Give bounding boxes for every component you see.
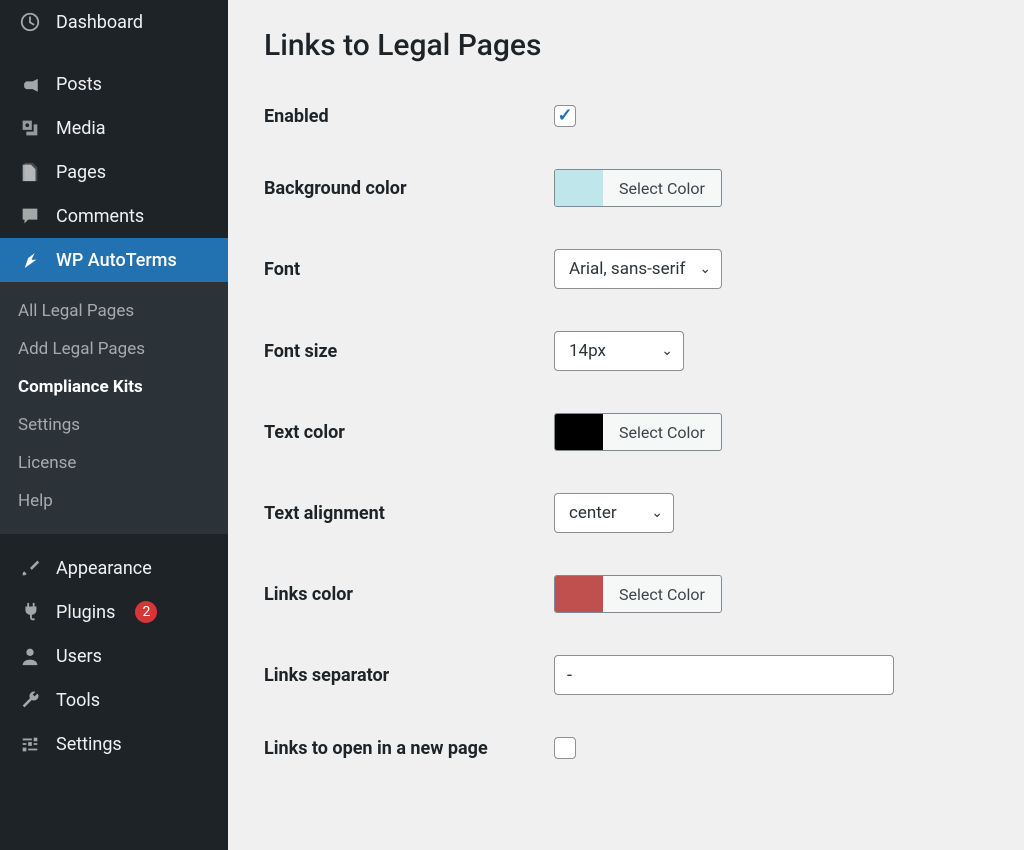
label-text-color: Text color — [264, 422, 554, 443]
label-font: Font — [264, 259, 554, 280]
row-links-separator: Links separator — [264, 655, 988, 695]
bg-color-button[interactable]: Select Color — [603, 170, 721, 206]
submenu-all-legal-pages[interactable]: All Legal Pages — [18, 292, 228, 330]
label-links-color: Links color — [264, 584, 554, 605]
chevron-down-icon: ⌄ — [651, 505, 663, 521]
sidebar-label: Pages — [56, 162, 106, 183]
submenu-add-legal-pages[interactable]: Add Legal Pages — [18, 330, 228, 368]
row-enabled: Enabled ✓ — [264, 105, 988, 127]
submenu-compliance-kits[interactable]: Compliance Kits — [18, 368, 228, 406]
sidebar-label: Comments — [56, 206, 144, 227]
main-content: Links to Legal Pages Enabled ✓ Backgroun… — [228, 0, 1024, 850]
font-select[interactable]: Arial, sans-serif ⌄ — [554, 249, 722, 289]
label-background-color: Background color — [264, 178, 554, 199]
sidebar-item-settings[interactable]: Settings — [0, 722, 228, 766]
sidebar-label: WP AutoTerms — [56, 250, 177, 271]
sidebar-item-appearance[interactable]: Appearance — [0, 546, 228, 590]
row-links-color: Links color Select Color — [264, 575, 988, 613]
label-links-new-page: Links to open in a new page — [264, 738, 554, 759]
wrench-icon — [18, 688, 42, 712]
text-color-swatch — [555, 414, 603, 450]
plugins-update-badge: 2 — [135, 601, 157, 623]
row-text-color: Text color Select Color — [264, 413, 988, 451]
sidebar-item-wp-autoterms[interactable]: WP AutoTerms — [0, 238, 228, 282]
links-color-button[interactable]: Select Color — [603, 576, 721, 612]
submenu-license[interactable]: License — [18, 444, 228, 482]
text-color-button[interactable]: Select Color — [603, 414, 721, 450]
text-align-select-value: center — [569, 503, 617, 523]
bg-color-swatch — [555, 170, 603, 206]
sidebar-item-media[interactable]: Media — [0, 106, 228, 150]
sidebar-label: Appearance — [56, 558, 152, 579]
user-icon — [18, 644, 42, 668]
row-text-alignment: Text alignment center ⌄ — [264, 493, 988, 533]
enabled-checkbox[interactable]: ✓ — [554, 105, 576, 127]
sliders-icon — [18, 732, 42, 756]
sidebar-label: Dashboard — [56, 12, 143, 33]
checkmark-icon: ✓ — [557, 107, 572, 125]
sidebar-item-plugins[interactable]: Plugins 2 — [0, 590, 228, 634]
text-align-select[interactable]: center ⌄ — [554, 493, 674, 533]
shield-icon — [18, 248, 42, 272]
label-enabled: Enabled — [264, 106, 554, 127]
dashboard-icon — [18, 10, 42, 34]
sidebar-label: Media — [56, 118, 106, 139]
sidebar-label: Plugins — [56, 602, 115, 623]
row-background-color: Background color Select Color — [264, 169, 988, 207]
submenu-settings[interactable]: Settings — [18, 406, 228, 444]
submenu-help[interactable]: Help — [18, 482, 228, 520]
sidebar-item-pages[interactable]: Pages — [0, 150, 228, 194]
chevron-down-icon: ⌄ — [661, 343, 673, 359]
sidebar-label: Settings — [56, 734, 122, 755]
text-color-picker[interactable]: Select Color — [554, 413, 722, 451]
new-page-checkbox[interactable] — [554, 737, 576, 759]
bg-color-picker[interactable]: Select Color — [554, 169, 722, 207]
font-size-select-value: 14px — [569, 341, 606, 361]
font-size-select[interactable]: 14px ⌄ — [554, 331, 684, 371]
row-links-new-page: Links to open in a new page — [264, 737, 988, 759]
sidebar-label: Posts — [56, 74, 102, 95]
chevron-down-icon: ⌄ — [699, 261, 711, 277]
sidebar-item-comments[interactable]: Comments — [0, 194, 228, 238]
label-links-separator: Links separator — [264, 665, 554, 686]
sidebar-item-users[interactable]: Users — [0, 634, 228, 678]
sidebar-item-tools[interactable]: Tools — [0, 678, 228, 722]
sidebar-submenu: All Legal Pages Add Legal Pages Complian… — [0, 282, 228, 534]
comments-icon — [18, 204, 42, 228]
font-select-value: Arial, sans-serif — [569, 259, 685, 279]
media-icon — [18, 116, 42, 140]
page-title: Links to Legal Pages — [264, 28, 988, 63]
sidebar-label: Users — [56, 646, 102, 667]
row-font: Font Arial, sans-serif ⌄ — [264, 249, 988, 289]
plug-icon — [18, 600, 42, 624]
label-text-alignment: Text alignment — [264, 503, 554, 524]
row-font-size: Font size 14px ⌄ — [264, 331, 988, 371]
pages-icon — [18, 160, 42, 184]
pin-icon — [18, 72, 42, 96]
brush-icon — [18, 556, 42, 580]
sidebar-item-posts[interactable]: Posts — [0, 62, 228, 106]
sidebar-label: Tools — [56, 690, 100, 711]
links-separator-input[interactable] — [554, 655, 894, 695]
label-font-size: Font size — [264, 341, 554, 362]
links-color-picker[interactable]: Select Color — [554, 575, 722, 613]
links-color-swatch — [555, 576, 603, 612]
sidebar-item-dashboard[interactable]: Dashboard — [0, 0, 228, 44]
admin-sidebar: Dashboard Posts Media Pages Comments WP … — [0, 0, 228, 850]
